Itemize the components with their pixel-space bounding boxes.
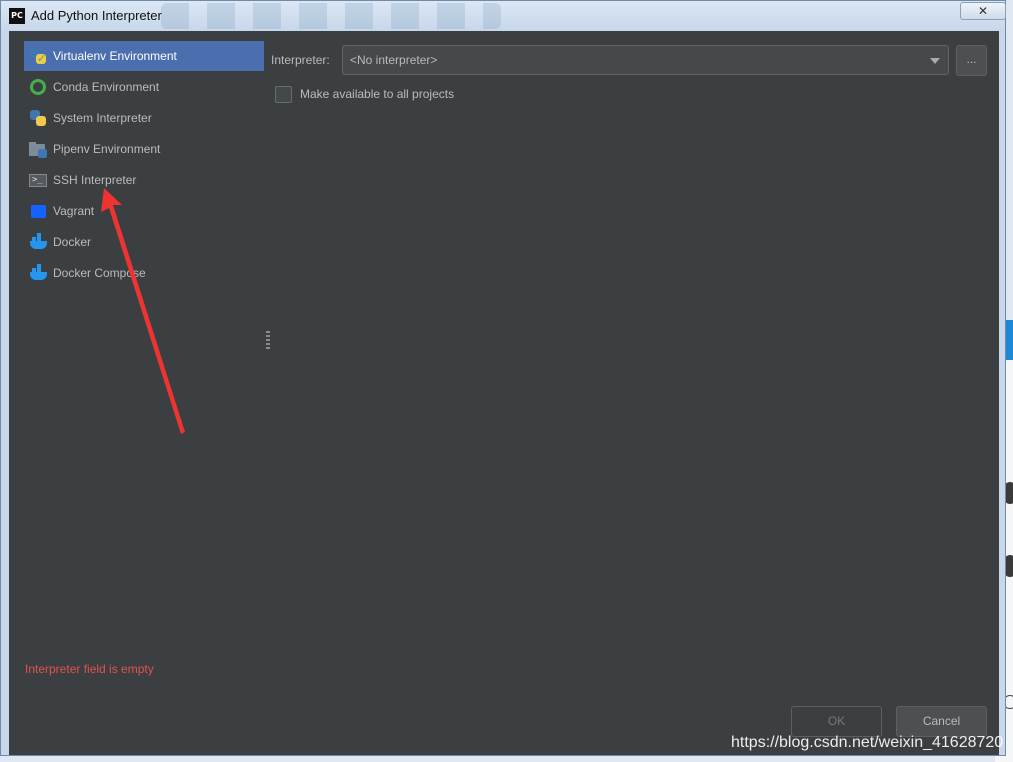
dialog-content: ✓ Virtualenv Environment Conda Environme… xyxy=(9,31,999,755)
list-item-label: Virtualenv Environment xyxy=(53,49,177,63)
list-item-docker[interactable]: Docker xyxy=(24,227,264,257)
window-title: Add Python Interpreter xyxy=(31,8,162,23)
make-available-label[interactable]: Make available to all projects xyxy=(300,87,454,101)
title-bar-ghost-text xyxy=(161,3,501,29)
list-item-label: Vagrant xyxy=(53,204,95,218)
python-icon xyxy=(29,109,47,127)
list-item-label: Conda Environment xyxy=(53,80,160,94)
list-item-ssh-interpreter[interactable]: >_ SSH Interpreter xyxy=(24,165,264,195)
interpreter-combobox[interactable]: <No interpreter> xyxy=(342,45,949,75)
list-item-label: SSH Interpreter xyxy=(53,173,137,187)
list-item-vagrant[interactable]: Vagrant xyxy=(24,196,264,226)
interpreter-type-list: ✓ Virtualenv Environment Conda Environme… xyxy=(24,41,264,601)
chevron-down-icon[interactable] xyxy=(930,58,940,64)
list-item-docker-compose[interactable]: Docker Compose xyxy=(24,258,264,288)
browse-button[interactable]: ... xyxy=(956,45,987,76)
add-python-interpreter-dialog: PC Add Python Interpreter ✕ ✓ Virtualenv… xyxy=(0,0,1006,756)
cancel-button[interactable]: Cancel xyxy=(896,706,987,737)
vagrant-icon xyxy=(29,202,47,220)
docker-compose-icon xyxy=(29,264,47,282)
list-item-label: Docker xyxy=(53,235,92,249)
conda-icon xyxy=(29,78,47,96)
pipenv-folder-icon xyxy=(29,140,47,158)
make-available-checkbox[interactable] xyxy=(275,86,292,103)
list-item-pipenv[interactable]: Pipenv Environment xyxy=(24,134,264,164)
list-item-conda[interactable]: Conda Environment xyxy=(24,72,264,102)
pycharm-logo-icon: PC xyxy=(9,8,25,24)
python-virtualenv-icon: ✓ xyxy=(29,47,47,65)
terminal-icon: >_ xyxy=(29,171,47,189)
close-button[interactable]: ✕ xyxy=(960,2,1006,20)
ok-button[interactable]: OK xyxy=(791,706,882,737)
panel-splitter-handle[interactable] xyxy=(266,331,270,351)
list-item-label: Pipenv Environment xyxy=(53,142,161,156)
interpreter-label: Interpreter: xyxy=(271,53,330,67)
list-item-system-interpreter[interactable]: System Interpreter xyxy=(24,103,264,133)
list-item-virtualenv[interactable]: ✓ Virtualenv Environment xyxy=(24,41,264,71)
docker-icon xyxy=(29,233,47,251)
interpreter-combobox-value: <No interpreter> xyxy=(350,53,438,67)
validation-error-message: Interpreter field is empty xyxy=(25,662,154,676)
watermark-text: https://blog.csdn.net/weixin_41628720 xyxy=(731,734,1004,751)
list-item-label: Docker Compose xyxy=(53,266,146,280)
list-item-label: System Interpreter xyxy=(53,111,152,125)
title-bar[interactable]: PC Add Python Interpreter ✕ xyxy=(1,1,1006,31)
